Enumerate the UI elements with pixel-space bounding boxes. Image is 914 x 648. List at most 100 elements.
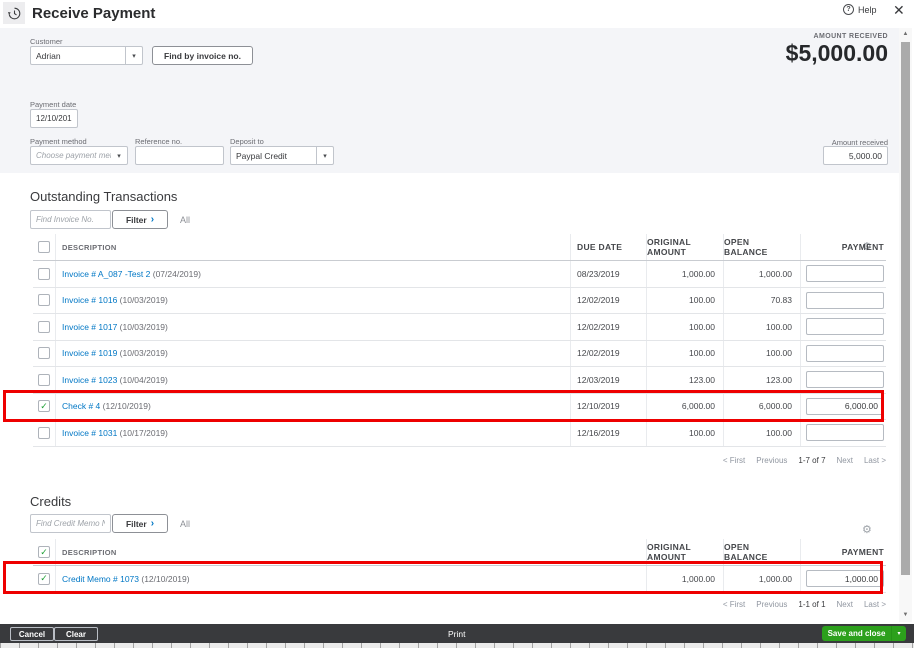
deposit-to-label: Deposit to: [230, 137, 264, 146]
outstanding-filter-button[interactable]: Filter ›: [112, 210, 168, 229]
transaction-link[interactable]: Credit Memo # 1073: [62, 574, 139, 584]
payment-date-label: Payment date: [30, 100, 77, 109]
open-balance-cell: 100.00: [723, 420, 800, 446]
row-checkbox[interactable]: [38, 347, 50, 360]
transaction-link[interactable]: Invoice # 1031: [62, 428, 117, 438]
payment-cell: [800, 367, 886, 393]
help-icon: ?: [843, 4, 854, 15]
col-open-balance: OPEN BALANCE: [723, 539, 800, 565]
pagination-first[interactable]: < First: [723, 456, 745, 465]
open-balance-cell: 70.83: [723, 287, 800, 313]
row-checkbox[interactable]: [38, 373, 50, 386]
payment-date-input[interactable]: [36, 110, 72, 127]
due-date-cell: 08/23/2019: [570, 261, 646, 287]
transaction-link[interactable]: Invoice # 1016: [62, 295, 117, 305]
clear-button[interactable]: Clear: [54, 627, 98, 641]
payment-input[interactable]: [806, 424, 884, 442]
page-title: Receive Payment: [32, 5, 156, 22]
help-button[interactable]: ? Help: [843, 4, 877, 15]
save-and-close-button[interactable]: Save and close ▾: [822, 626, 906, 641]
scroll-down-icon[interactable]: ▼: [899, 612, 912, 618]
payment-input[interactable]: [806, 318, 884, 336]
transaction-date: (10/03/2019): [117, 348, 168, 359]
gear-icon[interactable]: ⚙: [862, 523, 872, 536]
print-button[interactable]: Print: [448, 629, 465, 639]
chevron-down-icon[interactable]: ▾: [126, 52, 142, 60]
pagination-next[interactable]: Next: [837, 456, 853, 465]
due-date-cell: 12/02/2019: [570, 340, 646, 366]
payment-cell: [800, 566, 886, 592]
credits-filter-button[interactable]: Filter ›: [112, 514, 168, 533]
payment-input[interactable]: [806, 265, 884, 283]
credits-table-body: ✓ Credit Memo # 1073 (12/10/2019) 1,000.00…: [33, 566, 886, 593]
amount-received-input[interactable]: [829, 147, 882, 164]
payment-input[interactable]: [806, 371, 884, 389]
row-checkbox[interactable]: ✓: [38, 572, 50, 585]
transaction-date: (10/03/2019): [117, 295, 168, 306]
cancel-button[interactable]: Cancel: [10, 627, 54, 641]
find-invoice-input[interactable]: [36, 211, 105, 228]
transaction-link[interactable]: Check # 4: [62, 401, 100, 411]
outstanding-row-1: Invoice # A_087 -Test 2 (07/24/2019) 08/2…: [33, 261, 886, 288]
transaction-date: (12/10/2019): [100, 401, 151, 412]
chevron-down-icon[interactable]: ▾: [111, 152, 127, 160]
customer-select[interactable]: Adrian ▾: [30, 46, 143, 65]
recent-transactions-icon[interactable]: [3, 2, 25, 24]
row-checkbox[interactable]: ✓: [38, 400, 50, 413]
chevron-down-icon[interactable]: ▾: [892, 630, 906, 637]
payment-method-select[interactable]: Choose payment method ▾: [30, 146, 128, 165]
payment-input[interactable]: [806, 397, 884, 415]
filter-label: Filter: [125, 214, 147, 225]
header-checkbox-cell: ✓: [33, 539, 55, 565]
find-by-invoice-button[interactable]: Find by invoice no.: [152, 46, 253, 65]
pagination-first[interactable]: < First: [723, 600, 745, 609]
pagination-range: 1-7 of 7: [798, 456, 826, 465]
titlebar: Receive Payment ? Help ✕: [0, 0, 914, 28]
customer-label: Customer: [30, 37, 63, 46]
pagination-next[interactable]: Next: [837, 600, 853, 609]
payment-input[interactable]: [806, 344, 884, 362]
scrollbar-thumb[interactable]: [901, 42, 910, 575]
row-checkbox-cell: [33, 367, 55, 393]
open-balance-cell: 123.00: [723, 367, 800, 393]
row-checkbox[interactable]: [38, 267, 50, 280]
scroll-up-icon[interactable]: ▲: [899, 31, 912, 37]
transaction-link[interactable]: Invoice # 1023: [62, 375, 117, 385]
original-amount-cell: 100.00: [646, 340, 723, 366]
chevron-down-icon[interactable]: ▾: [317, 152, 333, 160]
outstanding-transactions-title: Outstanding Transactions: [30, 189, 178, 204]
payment-input[interactable]: [806, 570, 884, 588]
close-icon[interactable]: ✕: [893, 2, 905, 18]
outstanding-all-label: All: [180, 215, 191, 225]
transaction-link[interactable]: Invoice # 1017: [62, 322, 117, 332]
description-cell: Check # 4 (12/10/2019): [55, 393, 570, 419]
row-checkbox[interactable]: [38, 320, 50, 333]
pagination-last[interactable]: Last >: [864, 600, 886, 609]
transaction-link[interactable]: Invoice # 1019: [62, 348, 117, 358]
find-credit-memo-input[interactable]: [36, 515, 105, 532]
customer-value: Adrian: [36, 50, 61, 61]
outstanding-table-body: Invoice # A_087 -Test 2 (07/24/2019) 08/2…: [33, 261, 886, 447]
pagination-previous[interactable]: Previous: [756, 600, 787, 609]
description-cell: Invoice # 1031 (10/17/2019): [55, 420, 570, 446]
reference-no-input[interactable]: [141, 147, 218, 164]
transaction-link[interactable]: Invoice # A_087 -Test 2: [62, 269, 150, 279]
credits-table-header: ✓ DESCRIPTION ORIGINAL AMOUNT OPEN BALAN…: [33, 539, 886, 566]
payment-input[interactable]: [806, 291, 884, 309]
select-all-checkbox[interactable]: [38, 241, 50, 253]
pagination-previous[interactable]: Previous: [756, 456, 787, 465]
header-checkbox-cell: [33, 234, 55, 260]
payment-cell: [800, 314, 886, 340]
deposit-to-select[interactable]: Paypal Credit ▾: [230, 146, 334, 165]
row-checkbox[interactable]: [38, 294, 50, 307]
outstanding-row-6: ✓ Check # 4 (12/10/2019) 12/10/2019 6,000.0…: [33, 393, 886, 420]
select-all-checkbox[interactable]: ✓: [38, 546, 50, 558]
transaction-date: (10/17/2019): [117, 427, 168, 438]
row-checkbox[interactable]: [38, 426, 50, 439]
find-credit-memo-field-wrap: [30, 514, 111, 533]
pagination-last[interactable]: Last >: [864, 456, 886, 465]
original-amount-cell: 1,000.00: [646, 566, 723, 592]
open-balance-cell: 1,000.00: [723, 261, 800, 287]
credits-title: Credits: [30, 494, 72, 509]
outstanding-row-5: Invoice # 1023 (10/04/2019) 12/03/2019 123…: [33, 367, 886, 394]
